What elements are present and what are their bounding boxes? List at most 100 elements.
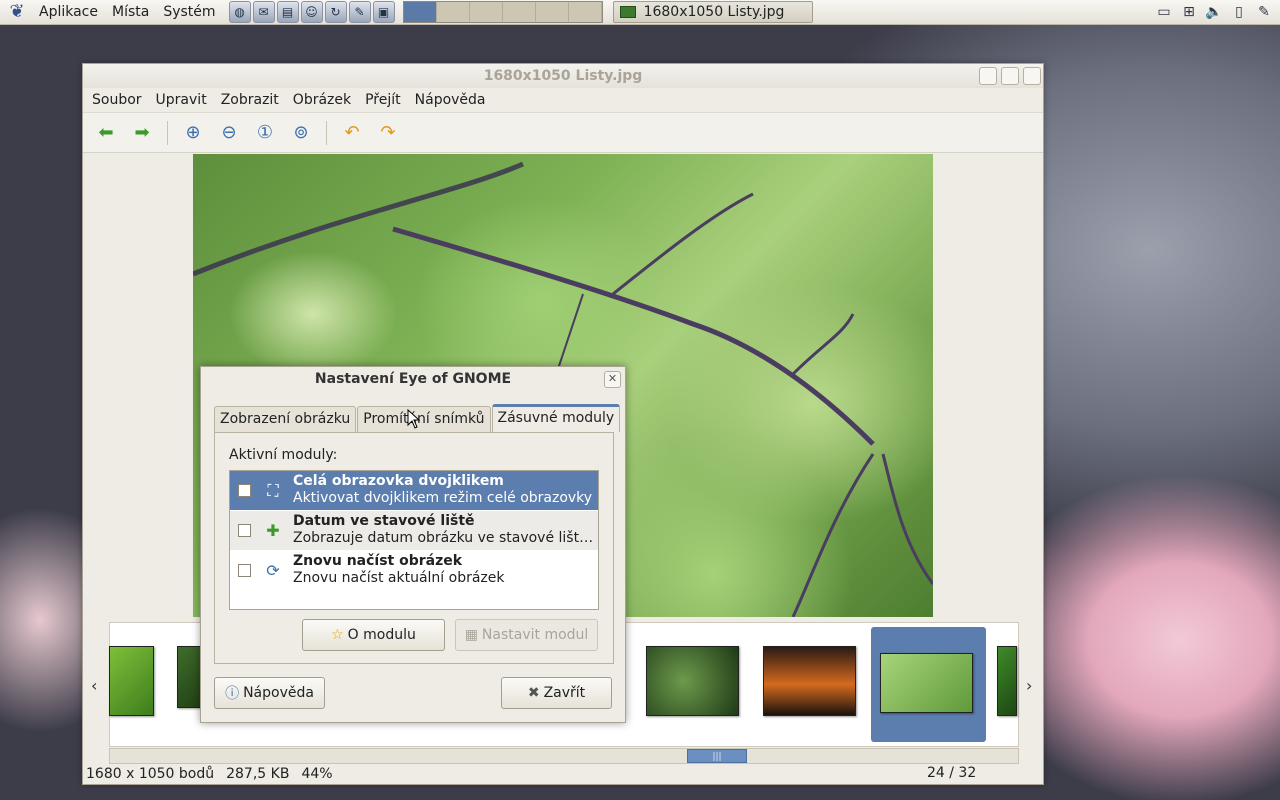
taskbar-button[interactable]: 1680x1050 Listy.jpg <box>612 1 813 23</box>
maximize-button[interactable] <box>1001 67 1019 85</box>
reload-icon: ⟳ <box>266 561 280 580</box>
zoom-in-icon[interactable]: ⊕ <box>178 118 208 148</box>
list-item[interactable]: ⛶ Celá obrazovka dvojklikem Aktivovat dv… <box>230 471 598 511</box>
toolbar-separator <box>167 120 168 145</box>
network-icon[interactable]: ⊞ <box>1179 1 1199 23</box>
editor-launcher-icon[interactable]: ✎ <box>348 1 371 23</box>
statusbar: 1680 x 1050 bodů 287,5 KB 44% 24 / 32 <box>83 764 1043 784</box>
menu-zobrazit[interactable]: Zobrazit <box>214 92 286 108</box>
strip-right-arrow[interactable]: › <box>1026 676 1032 695</box>
taskbar-title: 1680x1050 Listy.jpg <box>643 4 785 20</box>
plugin-checkbox[interactable] <box>238 564 251 577</box>
menubar: Soubor Upravit Zobrazit Obrázek Přejít N… <box>83 88 1043 113</box>
zoom-fit-icon[interactable]: ⊚ <box>286 118 316 148</box>
workspace-5[interactable] <box>535 2 569 22</box>
menu-prejit[interactable]: Přejít <box>358 92 408 108</box>
workspace-switcher[interactable] <box>402 1 603 23</box>
window-titlebar[interactable]: 1680x1050 Listy.jpg <box>83 64 1043 88</box>
thumbnail[interactable] <box>763 646 856 716</box>
close-icon: ✖ <box>527 685 540 701</box>
mouse-pointer-icon <box>407 409 421 429</box>
configure-plugin-label: Nastavit modul <box>481 627 589 643</box>
plugin-name: Celá obrazovka dvojklikem <box>293 473 504 489</box>
workspace-3[interactable] <box>469 2 503 22</box>
list-item[interactable]: ✚ Datum ve stavové liště Zobrazuje datum… <box>230 511 598 551</box>
close-label: Zavřít <box>543 685 586 701</box>
configure-icon: ▦ <box>464 627 478 643</box>
tab-plugins[interactable]: Zásuvné moduly <box>491 404 621 432</box>
toolbar-separator <box>326 120 327 145</box>
puzzle-icon: ✚ <box>266 521 280 540</box>
help-label: Nápověda <box>243 685 314 701</box>
plugin-description: Zobrazuje datum obrázku ve stavové liště… <box>293 530 597 546</box>
clipboard-icon[interactable]: ▯ <box>1229 1 1249 23</box>
thumbnail[interactable] <box>109 646 154 716</box>
menu-aplikace[interactable]: Aplikace <box>32 4 105 20</box>
notes-icon[interactable]: ✎ <box>1254 1 1274 23</box>
top-panel: ❦ Aplikace Místa Systém ◍ ✉ ▤ ☺ ↻ ✎ ▣ 16… <box>0 0 1280 25</box>
image-dimensions: 1680 x 1050 bodů <box>86 766 215 782</box>
monitor-icon[interactable]: ▭ <box>1154 1 1174 23</box>
dialog-title: Nastavení Eye of GNOME <box>314 371 512 387</box>
horizontal-scrollbar[interactable]: ||| <box>109 748 1019 764</box>
terminal-launcher-icon[interactable]: ▣ <box>372 1 395 23</box>
thumbnail[interactable] <box>997 646 1017 716</box>
dialog-titlebar[interactable]: Nastavení Eye of GNOME ✕ <box>201 367 625 391</box>
update-launcher-icon[interactable]: ↻ <box>324 1 347 23</box>
browser-launcher-icon[interactable]: ◍ <box>228 1 251 23</box>
previous-icon[interactable]: ⬅ <box>91 118 121 148</box>
configure-plugin-button[interactable]: ▦ Nastavit modul <box>455 619 598 651</box>
close-window-button[interactable] <box>1023 67 1041 85</box>
plugin-name: Datum ve stavové liště <box>293 513 475 529</box>
tab-image-view[interactable]: Zobrazení obrázku <box>214 406 357 432</box>
active-plugins-label: Aktivní moduly: <box>229 447 338 463</box>
workspace-4[interactable] <box>502 2 536 22</box>
workspace-1[interactable] <box>403 2 437 22</box>
workspace-6[interactable] <box>568 2 602 22</box>
minimize-button[interactable] <box>979 67 997 85</box>
system-tray: ▭ ⊞ 🔈 ▯ ✎ <box>1154 1 1274 23</box>
plugins-panel: Aktivní moduly: ⛶ Celá obrazovka dvojkli… <box>214 432 614 664</box>
scrollbar-thumb[interactable]: ||| <box>687 749 747 763</box>
rotate-right-icon[interactable]: ↷ <box>373 118 403 148</box>
help-icon: ⓘ <box>225 686 240 702</box>
strip-left-arrow[interactable]: ‹ <box>91 676 97 695</box>
menu-soubor[interactable]: Soubor <box>85 92 149 108</box>
fullscreen-icon: ⛶ <box>267 481 279 500</box>
window-title: 1680x1050 Listy.jpg <box>483 68 643 84</box>
thumbnail[interactable] <box>880 653 973 713</box>
menu-obrazek[interactable]: Obrázek <box>286 92 358 108</box>
gnome-foot-icon[interactable]: ❦ <box>6 1 28 23</box>
people-launcher-icon[interactable]: ☺ <box>300 1 323 23</box>
file-size: 287,5 KB <box>226 766 290 782</box>
plugin-name: Znovu načíst obrázek <box>293 553 463 569</box>
zoom-level: 44% <box>301 766 333 782</box>
list-item[interactable]: ⟳ Znovu načíst obrázek Znovu načíst aktu… <box>230 551 598 591</box>
menu-mista[interactable]: Místa <box>105 4 156 20</box>
next-icon[interactable]: ➡ <box>127 118 157 148</box>
volume-icon[interactable]: 🔈 <box>1204 1 1224 23</box>
menu-upravit[interactable]: Upravit <box>149 92 214 108</box>
thumbnail[interactable] <box>646 646 739 716</box>
plugin-list[interactable]: ⛶ Celá obrazovka dvojklikem Aktivovat dv… <box>229 470 599 610</box>
help-button[interactable]: ⓘ Nápověda <box>214 677 325 709</box>
zoom-out-icon[interactable]: ⊖ <box>214 118 244 148</box>
workspace-2[interactable] <box>436 2 470 22</box>
menu-system[interactable]: Systém <box>156 4 222 20</box>
about-plugin-label: O modulu <box>347 627 416 643</box>
plugin-checkbox[interactable] <box>238 524 251 537</box>
about-plugin-button[interactable]: ☆ O modulu <box>302 619 445 651</box>
menu-napoveda[interactable]: Nápověda <box>408 92 493 108</box>
close-button[interactable]: ✖ Zavřít <box>501 677 612 709</box>
image-icon <box>619 6 636 18</box>
news-launcher-icon[interactable]: ▤ <box>276 1 299 23</box>
dialog-close-icon[interactable]: ✕ <box>604 371 621 388</box>
zoom-normal-icon[interactable]: ① <box>250 118 280 148</box>
star-icon: ☆ <box>331 627 344 643</box>
plugin-checkbox[interactable] <box>238 484 251 497</box>
plugin-description: Aktivovat dvojklikem režim celé obrazovk… <box>293 490 593 506</box>
rotate-left-icon[interactable]: ↶ <box>337 118 367 148</box>
tab-slideshow[interactable]: Promítání snímků <box>357 406 491 432</box>
email-launcher-icon[interactable]: ✉ <box>252 1 275 23</box>
plugin-description: Znovu načíst aktuální obrázek <box>293 570 505 586</box>
